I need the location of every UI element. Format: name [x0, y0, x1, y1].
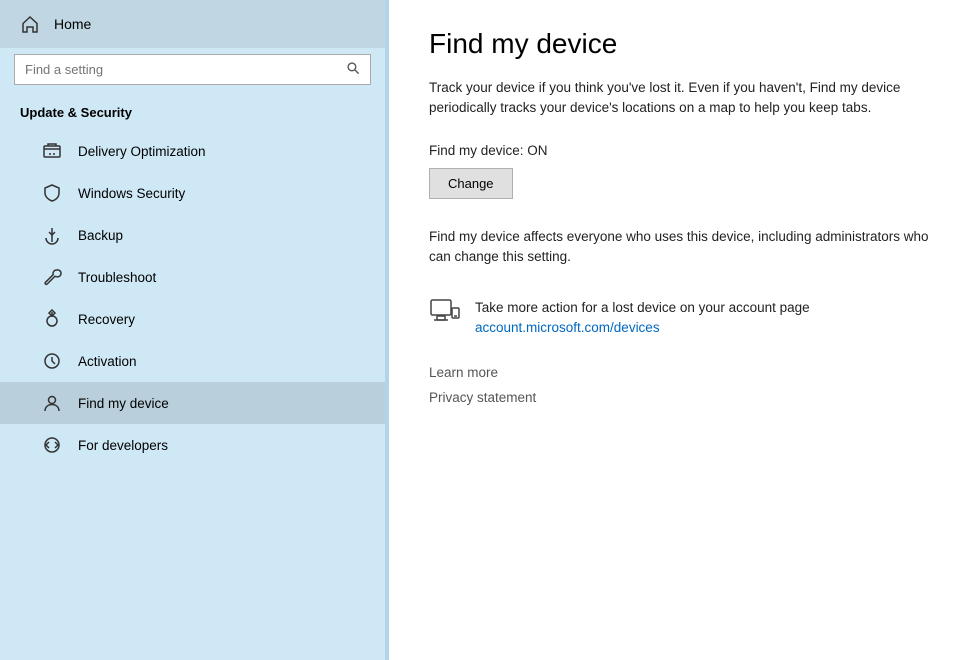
sidebar-label: Activation — [78, 354, 137, 369]
affect-text: Find my device affects everyone who uses… — [429, 227, 937, 268]
home-label: Home — [54, 16, 91, 32]
sidebar-item-home[interactable]: Home — [0, 0, 385, 48]
sidebar-label: Backup — [78, 228, 123, 243]
sidebar-label: Windows Security — [78, 186, 185, 201]
privacy-statement-link[interactable]: Privacy statement — [429, 390, 937, 405]
home-icon — [20, 14, 40, 34]
search-input[interactable] — [25, 62, 338, 77]
device-action-row: Take more action for a lost device on yo… — [429, 297, 937, 335]
search-box[interactable] — [14, 54, 371, 85]
learn-more-link[interactable]: Learn more — [429, 365, 937, 380]
delivery-icon — [42, 141, 62, 161]
sidebar-item-windows-security[interactable]: Windows Security — [0, 172, 385, 214]
sidebar-label: For developers — [78, 438, 168, 453]
wrench-icon — [42, 267, 62, 287]
sidebar-label: Recovery — [78, 312, 135, 327]
device-icon — [429, 299, 461, 332]
activation-icon — [42, 351, 62, 371]
sidebar-label: Find my device — [78, 396, 169, 411]
action-label: Take more action for a lost device on yo… — [475, 297, 810, 320]
search-icon — [346, 61, 360, 78]
sidebar-item-recovery[interactable]: Recovery — [0, 298, 385, 340]
sidebar-item-for-developers[interactable]: For developers — [0, 424, 385, 466]
sidebar-label: Delivery Optimization — [78, 144, 206, 159]
recovery-icon — [42, 309, 62, 329]
person-icon — [42, 393, 62, 413]
action-link[interactable]: account.microsoft.com/devices — [475, 320, 810, 335]
backup-icon — [42, 225, 62, 245]
change-button[interactable]: Change — [429, 168, 513, 199]
page-title: Find my device — [429, 28, 937, 60]
sidebar-item-delivery-optimization[interactable]: Delivery Optimization — [0, 130, 385, 172]
footer-links: Learn more Privacy statement — [429, 365, 937, 405]
shield-icon — [42, 183, 62, 203]
section-label: Update & Security — [0, 99, 385, 130]
status-row: Find my device: ON — [429, 143, 937, 158]
sidebar-item-troubleshoot[interactable]: Troubleshoot — [0, 256, 385, 298]
sidebar: Home Update & Security Delivery Optimiza… — [0, 0, 385, 660]
developer-icon — [42, 435, 62, 455]
sidebar-item-find-my-device[interactable]: Find my device — [0, 382, 385, 424]
description-text: Track your device if you think you've lo… — [429, 78, 937, 119]
main-content: Find my device Track your device if you … — [389, 0, 977, 660]
sidebar-item-activation[interactable]: Activation — [0, 340, 385, 382]
device-action-content: Take more action for a lost device on yo… — [475, 297, 810, 335]
sidebar-item-backup[interactable]: Backup — [0, 214, 385, 256]
sidebar-label: Troubleshoot — [78, 270, 156, 285]
